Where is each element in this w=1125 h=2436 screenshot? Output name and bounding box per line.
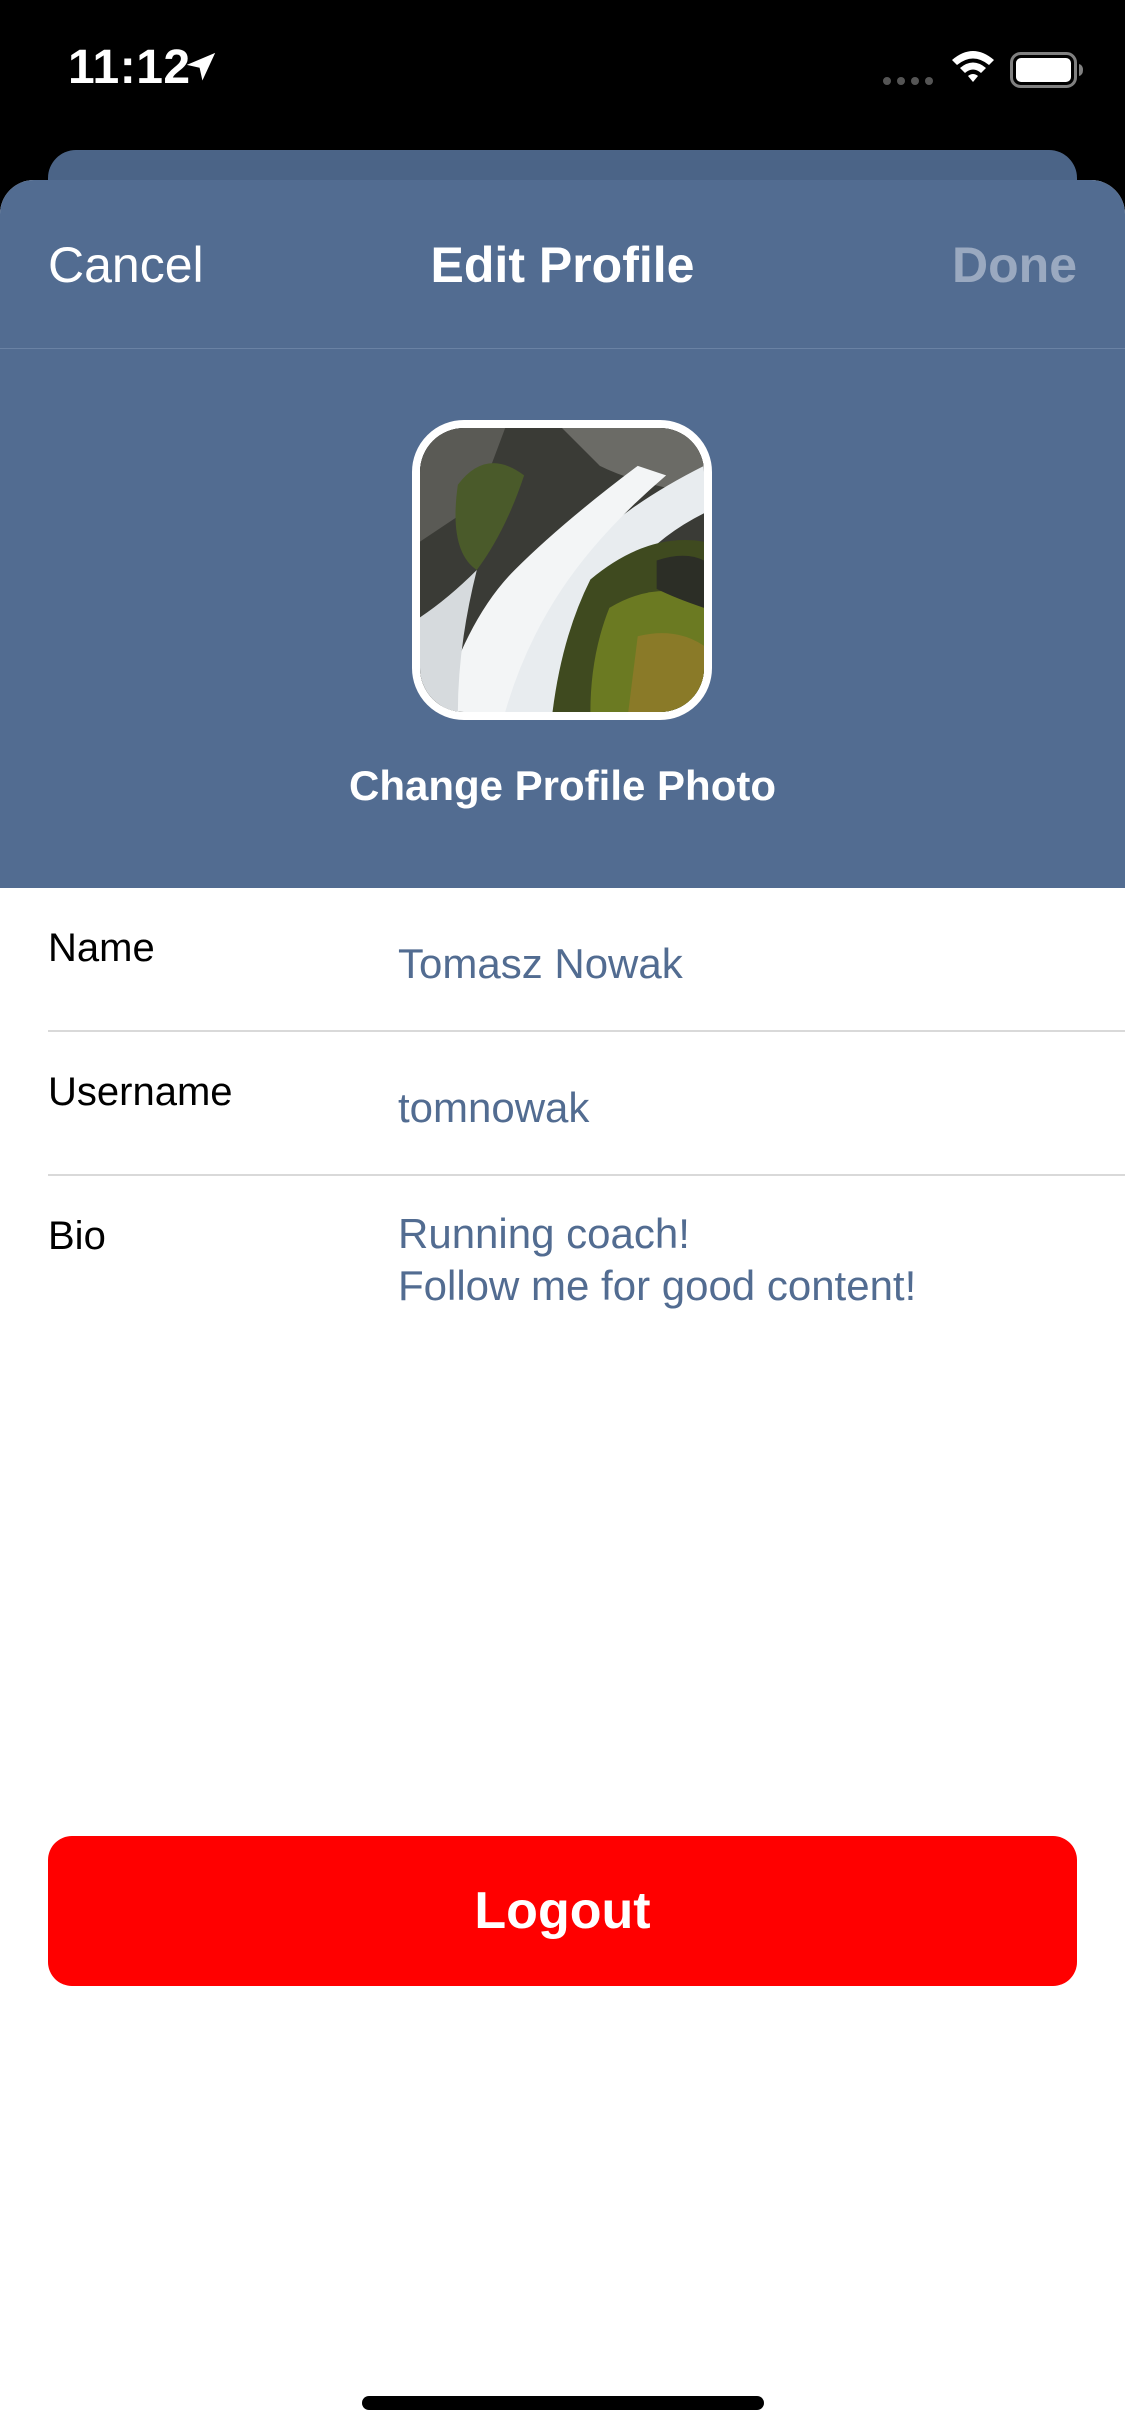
name-field[interactable]: Tomasz Nowak [398, 938, 683, 990]
bio-field[interactable]: Running coach! Follow me for good conten… [398, 1208, 916, 1312]
cellular-signal-icon [883, 77, 933, 85]
profile-header: Cancel Edit Profile Done Change Profile … [0, 180, 1125, 888]
profile-photo[interactable] [412, 420, 712, 720]
status-time: 11:12 [68, 41, 191, 94]
name-label: Name [48, 926, 155, 970]
battery-icon [1010, 52, 1083, 88]
username-row[interactable]: Username tomnowak [48, 1070, 1125, 1212]
logout-button[interactable]: Logout [48, 1836, 1077, 1986]
username-field[interactable]: tomnowak [398, 1082, 589, 1134]
name-row[interactable]: Name Tomasz Nowak [48, 926, 1125, 1068]
wifi-icon [952, 51, 994, 82]
username-label: Username [48, 1070, 233, 1114]
bio-line: Follow me for good content! [398, 1262, 917, 1309]
done-button[interactable]: Done [952, 236, 1077, 294]
nav-bar: Cancel Edit Profile Done [0, 180, 1125, 349]
bio-line: Running coach! [398, 1210, 690, 1257]
bio-row[interactable]: Bio Running coach! Follow me for good co… [48, 1210, 1125, 1374]
row-divider [48, 1030, 1125, 1032]
home-indicator[interactable] [362, 2396, 764, 2410]
status-bar: 11:12 [0, 0, 1125, 140]
bio-label: Bio [48, 1214, 106, 1258]
change-profile-photo-link[interactable]: Change Profile Photo [0, 762, 1125, 810]
edit-profile-sheet: Cancel Edit Profile Done Change Profile … [0, 180, 1125, 2436]
row-divider [48, 1174, 1125, 1176]
waterfall-photo [420, 428, 704, 712]
cancel-button[interactable]: Cancel [48, 236, 204, 294]
location-arrow-icon [186, 52, 216, 81]
